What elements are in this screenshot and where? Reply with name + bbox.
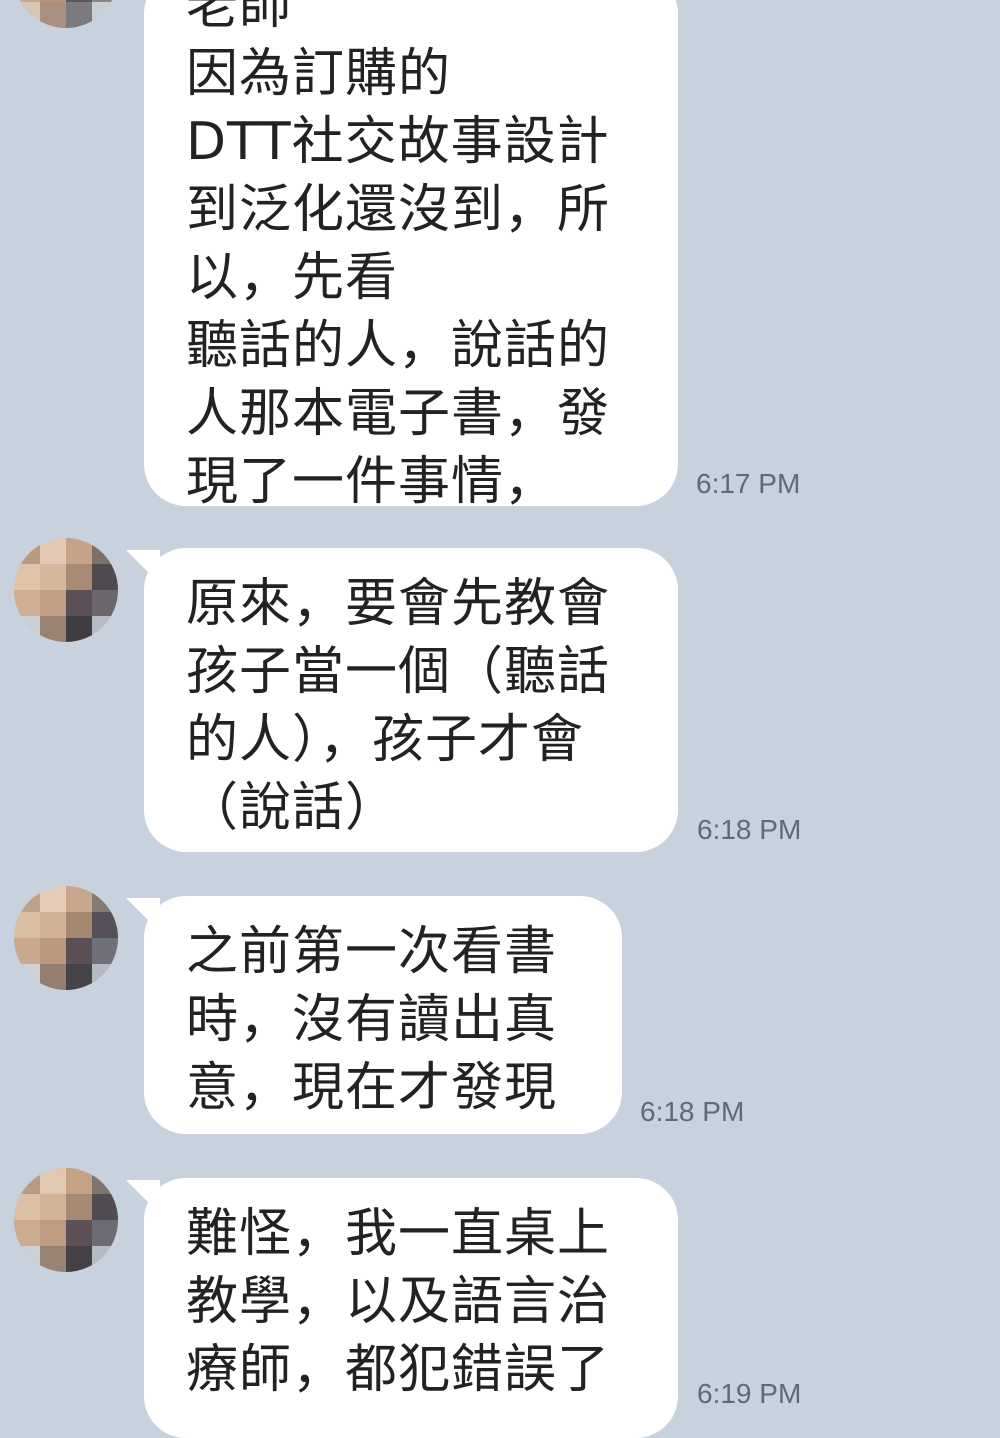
message-line: 的人），孩子才會 xyxy=(186,710,585,770)
sender-avatar-icon[interactable] xyxy=(14,538,118,642)
message-line: 老師 xyxy=(186,0,293,36)
message-line: 現了一件事情， xyxy=(186,452,558,512)
message-line: 人那本電子書，發 xyxy=(186,384,611,444)
message-line: 孩子當一個（聽話 xyxy=(186,642,611,702)
bubble-tail xyxy=(126,898,160,932)
message-bubble[interactable]: 之前第一次看書 時，沒有讀出真 意，現在才發現 xyxy=(126,896,622,1134)
message-bubble[interactable]: 原來，要會先教會 孩子當一個（聽話 的人），孩子才會 （說話） xyxy=(126,548,678,852)
sender-avatar-icon[interactable] xyxy=(14,1168,118,1272)
message-timestamp: 6:18 PM xyxy=(640,1096,745,1127)
message-line: （說話） xyxy=(186,778,399,838)
sender-avatar-icon[interactable] xyxy=(14,0,118,28)
message-bubble[interactable]: 老師 因為訂購的 DTT社交故事設計 到泛化還沒到，所 以，先看 聽話的人，說話… xyxy=(144,0,678,512)
message-line: 意，現在才發現 xyxy=(186,1058,558,1118)
message-line: 之前第一次看書 xyxy=(186,922,558,982)
message-line: 療師，都犯錯誤了 xyxy=(186,1340,611,1400)
message-line: DTT社交故事設計 xyxy=(186,112,610,172)
message-line: 原來，要會先教會 xyxy=(186,574,611,634)
message-line: 聽話的人，說話的 xyxy=(186,316,611,376)
message-line: 到泛化還沒到，所 xyxy=(186,180,611,240)
message-line: 難怪，我一直桌上 xyxy=(186,1204,611,1264)
message-line: 教學，以及語言治 xyxy=(186,1272,611,1332)
message-bubble[interactable]: 難怪，我一直桌上 教學，以及語言治 療師，都犯錯誤了 xyxy=(126,1178,678,1438)
bubble-tail xyxy=(126,1180,160,1214)
message-line: 以，先看 xyxy=(186,248,399,308)
message-timestamp: 6:18 PM xyxy=(697,814,802,845)
message-line: 時，沒有讀出真 xyxy=(186,990,558,1050)
sender-avatar-icon[interactable] xyxy=(14,886,118,990)
bubble-tail xyxy=(126,550,160,584)
message-timestamp: 6:17 PM xyxy=(696,468,801,499)
message-timestamp: 6:19 PM xyxy=(697,1378,802,1409)
message-line: 因為訂購的 xyxy=(186,44,452,104)
